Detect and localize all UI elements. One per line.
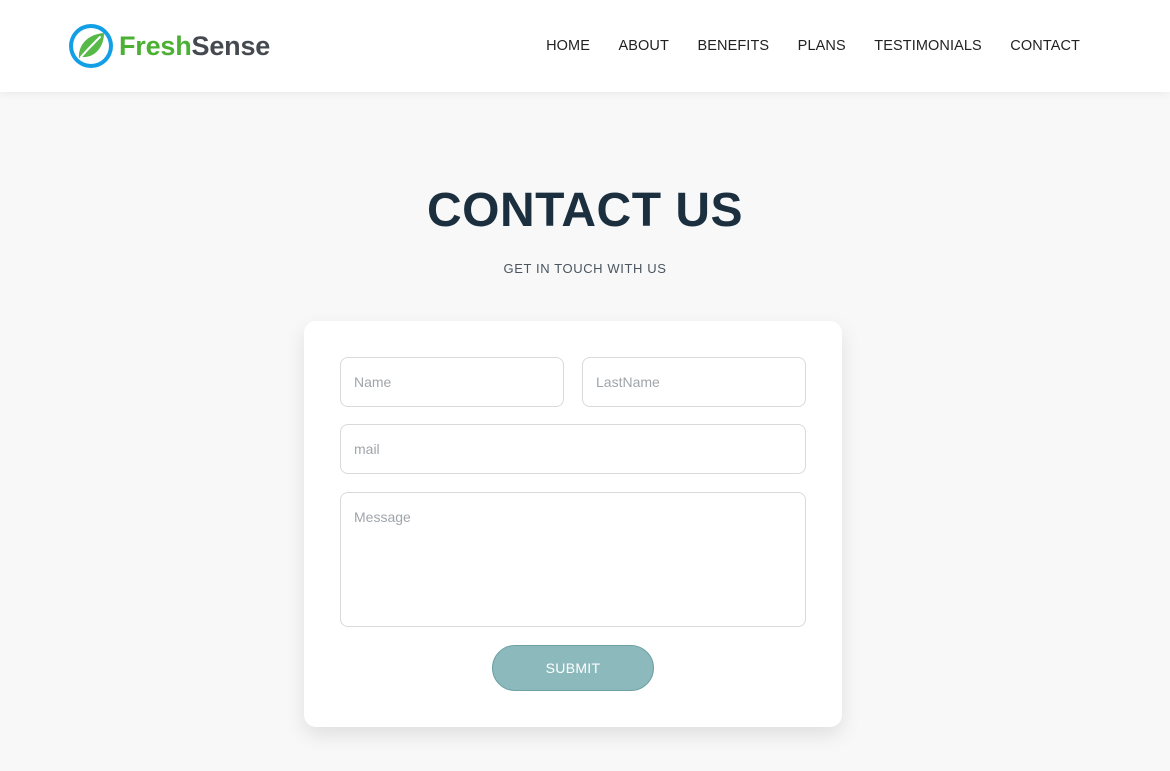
leaf-icon (69, 24, 113, 68)
nav-benefits[interactable]: BENEFITS (697, 38, 769, 54)
site-header: FreshSense HOME ABOUT BENEFITS PLANS TES… (0, 0, 1170, 92)
page-subtitle: GET IN TOUCH WITH US (503, 261, 667, 276)
name-field[interactable] (340, 357, 564, 407)
main-nav: HOME ABOUT BENEFITS PLANS TESTIMONIALS C… (518, 38, 1080, 54)
brand-logo[interactable]: FreshSense (68, 23, 270, 69)
brand-name-fresh: Fresh (119, 30, 192, 61)
nav-testimonials[interactable]: TESTIMONIALS (874, 38, 982, 54)
nav-contact[interactable]: CONTACT (1010, 38, 1080, 54)
lastname-field[interactable] (582, 357, 806, 407)
email-field[interactable] (340, 424, 806, 474)
nav-home[interactable]: HOME (546, 38, 590, 54)
brand-name: FreshSense (119, 31, 270, 62)
submit-button[interactable]: SUBMIT (492, 645, 654, 691)
message-field[interactable] (340, 492, 806, 627)
nav-plans[interactable]: PLANS (798, 38, 846, 54)
page-title: CONTACT US (426, 184, 744, 237)
brand-name-sense: Sense (191, 30, 271, 61)
contact-form: SUBMIT (304, 321, 842, 727)
nav-about[interactable]: ABOUT (619, 38, 669, 54)
